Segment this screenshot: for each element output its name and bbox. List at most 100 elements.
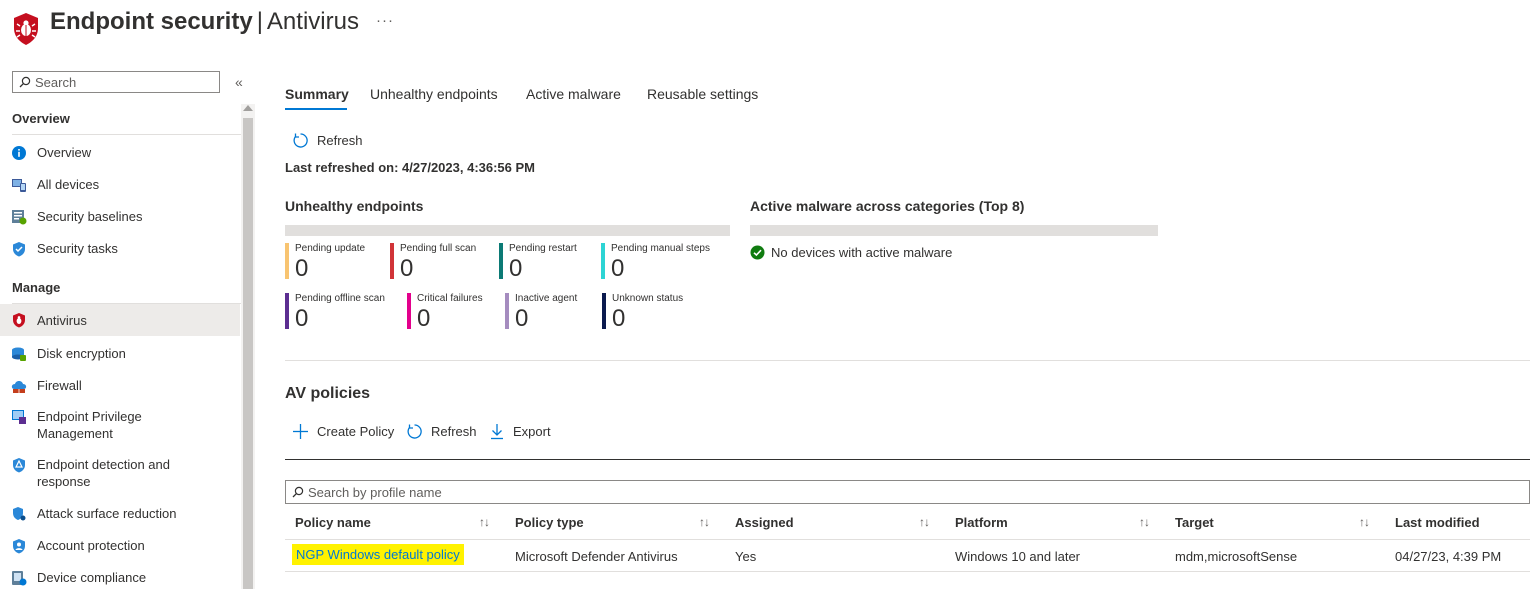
attack-surface-icon xyxy=(13,507,26,521)
more-actions-button[interactable]: ··· xyxy=(376,12,394,29)
target-cell: mdm,microsoftSense xyxy=(1175,549,1298,564)
tile-value: 0 xyxy=(509,255,523,282)
sidebar-item-overview[interactable]: Overview xyxy=(0,144,240,161)
tile-color-bar xyxy=(285,243,289,279)
tile-label: Pending manual steps xyxy=(611,243,710,254)
policy-name-link[interactable]: NGP Windows default policy xyxy=(292,544,464,565)
create-policy-button[interactable]: Create Policy xyxy=(292,423,394,440)
sort-arrows-icon[interactable]: ↑↓ xyxy=(1139,515,1150,529)
tile-pending-offline-scan[interactable]: Pending offline scan 0 xyxy=(285,293,405,337)
sort-arrows-icon[interactable]: ↑↓ xyxy=(699,515,710,529)
search-icon xyxy=(19,76,31,88)
devices-icon xyxy=(12,179,26,192)
column-header-policy-name[interactable]: Policy name xyxy=(295,515,371,530)
sidebar-search-box[interactable] xyxy=(12,71,220,93)
tile-pending-full-scan[interactable]: Pending full scan 0 xyxy=(390,243,510,287)
tile-color-bar xyxy=(407,293,411,329)
toolbar-divider xyxy=(285,459,1530,460)
profile-search-input[interactable] xyxy=(304,483,910,501)
tile-value: 0 xyxy=(612,305,626,332)
summary-refresh-button[interactable]: Refresh xyxy=(292,132,363,149)
tile-label: Pending full scan xyxy=(400,243,477,254)
tile-pending-manual-steps[interactable]: Pending manual steps 0 xyxy=(601,243,721,287)
tab-summary[interactable]: Summary xyxy=(285,86,349,102)
sidebar-item-security-baselines[interactable]: Security baselines xyxy=(0,208,240,225)
export-button[interactable]: Export xyxy=(489,423,551,440)
sidebar-item-firewall[interactable]: Firewall xyxy=(0,377,240,394)
tile-value: 0 xyxy=(515,305,529,332)
sidebar-divider xyxy=(12,134,248,135)
page-subtitle: Antivirus xyxy=(266,8,359,35)
antivirus-shield-icon xyxy=(13,313,25,328)
sort-arrows-icon[interactable]: ↑↓ xyxy=(919,515,930,529)
tile-value: 0 xyxy=(417,305,431,332)
tile-pending-update[interactable]: Pending update 0 xyxy=(285,243,405,287)
tile-value: 0 xyxy=(611,255,625,282)
sidebar-item-endpoint-detection-response[interactable]: Endpoint detection and response xyxy=(0,456,240,490)
disk-encryption-icon xyxy=(12,347,26,361)
sidebar-search-input[interactable] xyxy=(31,73,207,91)
tile-label: Inactive agent xyxy=(515,293,578,304)
page-title: Endpoint security | Antivirus xyxy=(50,8,359,36)
sidebar-item-security-tasks[interactable]: Security tasks xyxy=(0,240,240,257)
sidebar-item-account-protection[interactable]: Account protection xyxy=(0,537,240,554)
column-header-target[interactable]: Target xyxy=(1175,515,1214,530)
sidebar-item-device-compliance[interactable]: Device compliance xyxy=(0,569,240,586)
sidebar-item-endpoint-privilege-management[interactable]: Endpoint Privilege Management xyxy=(0,408,240,442)
security-tasks-icon xyxy=(13,242,25,257)
info-icon xyxy=(12,146,26,160)
tile-value: 0 xyxy=(400,255,414,282)
av-policies-title: AV policies xyxy=(285,385,371,402)
platform-cell: Windows 10 and later xyxy=(955,549,1081,564)
download-icon xyxy=(491,424,503,440)
firewall-icon xyxy=(11,381,27,393)
sidebar-item-label: Attack surface reduction xyxy=(37,506,177,521)
create-policy-label: Create Policy xyxy=(317,424,395,439)
tile-color-bar xyxy=(390,243,394,279)
assigned-cell: Yes xyxy=(735,549,757,564)
profile-search-box[interactable] xyxy=(285,480,1530,504)
column-header-assigned[interactable]: Assigned xyxy=(735,515,794,530)
scroll-up-arrow-icon[interactable] xyxy=(243,105,253,111)
sidebar-scroll-thumb[interactable] xyxy=(243,118,253,589)
export-label: Export xyxy=(513,424,551,439)
malware-status: No devices with active malware xyxy=(750,245,952,260)
tile-unknown-status[interactable]: Unknown status 0 xyxy=(602,293,722,337)
plus-icon xyxy=(293,424,308,439)
baselines-icon xyxy=(12,210,27,225)
tile-label: Pending restart xyxy=(509,243,577,254)
table-row[interactable] xyxy=(285,540,1530,571)
tile-color-bar xyxy=(499,243,503,279)
sidebar-item-label: Firewall xyxy=(37,378,82,393)
section-divider xyxy=(285,360,1530,361)
account-protection-icon xyxy=(13,539,25,554)
refresh-label: Refresh xyxy=(431,424,477,439)
tile-color-bar xyxy=(602,293,606,329)
sidebar-section-overview: Overview xyxy=(12,111,70,126)
sidebar-item-label: Endpoint Privilege Management xyxy=(37,409,142,441)
sort-arrows-icon[interactable]: ↑↓ xyxy=(479,515,490,529)
page-title-main: Endpoint security xyxy=(50,8,253,35)
tab-reusable-settings[interactable]: Reusable settings xyxy=(647,86,758,102)
sidebar-item-disk-encryption[interactable]: Disk encryption xyxy=(0,345,240,362)
sidebar-item-label: Endpoint detection and response xyxy=(37,457,170,489)
policies-refresh-button[interactable]: Refresh xyxy=(406,423,477,440)
tile-value: 0 xyxy=(295,305,309,332)
sidebar-item-attack-surface-reduction[interactable]: Attack surface reduction xyxy=(0,505,240,522)
column-header-policy-type[interactable]: Policy type xyxy=(515,515,584,530)
tab-unhealthy-endpoints[interactable]: Unhealthy endpoints xyxy=(370,86,498,102)
column-header-platform[interactable]: Platform xyxy=(955,515,1008,530)
refresh-icon xyxy=(293,133,308,148)
collapse-sidebar-button[interactable]: « xyxy=(235,74,243,90)
refresh-icon xyxy=(407,424,422,439)
sidebar-item-all-devices[interactable]: All devices xyxy=(0,176,240,193)
sidebar-item-antivirus[interactable]: Antivirus xyxy=(0,304,240,336)
unhealthy-endpoints-bar xyxy=(285,225,730,236)
column-header-last-modified[interactable]: Last modified xyxy=(1395,515,1480,530)
tab-active-malware[interactable]: Active malware xyxy=(526,86,621,102)
endpoint-security-shield-icon xyxy=(14,13,38,45)
sort-arrows-icon[interactable]: ↑↓ xyxy=(1359,515,1370,529)
active-tab-indicator xyxy=(285,108,347,110)
privilege-management-icon xyxy=(12,410,26,424)
last-modified-cell: 04/27/23, 4:39 PM xyxy=(1395,549,1502,564)
